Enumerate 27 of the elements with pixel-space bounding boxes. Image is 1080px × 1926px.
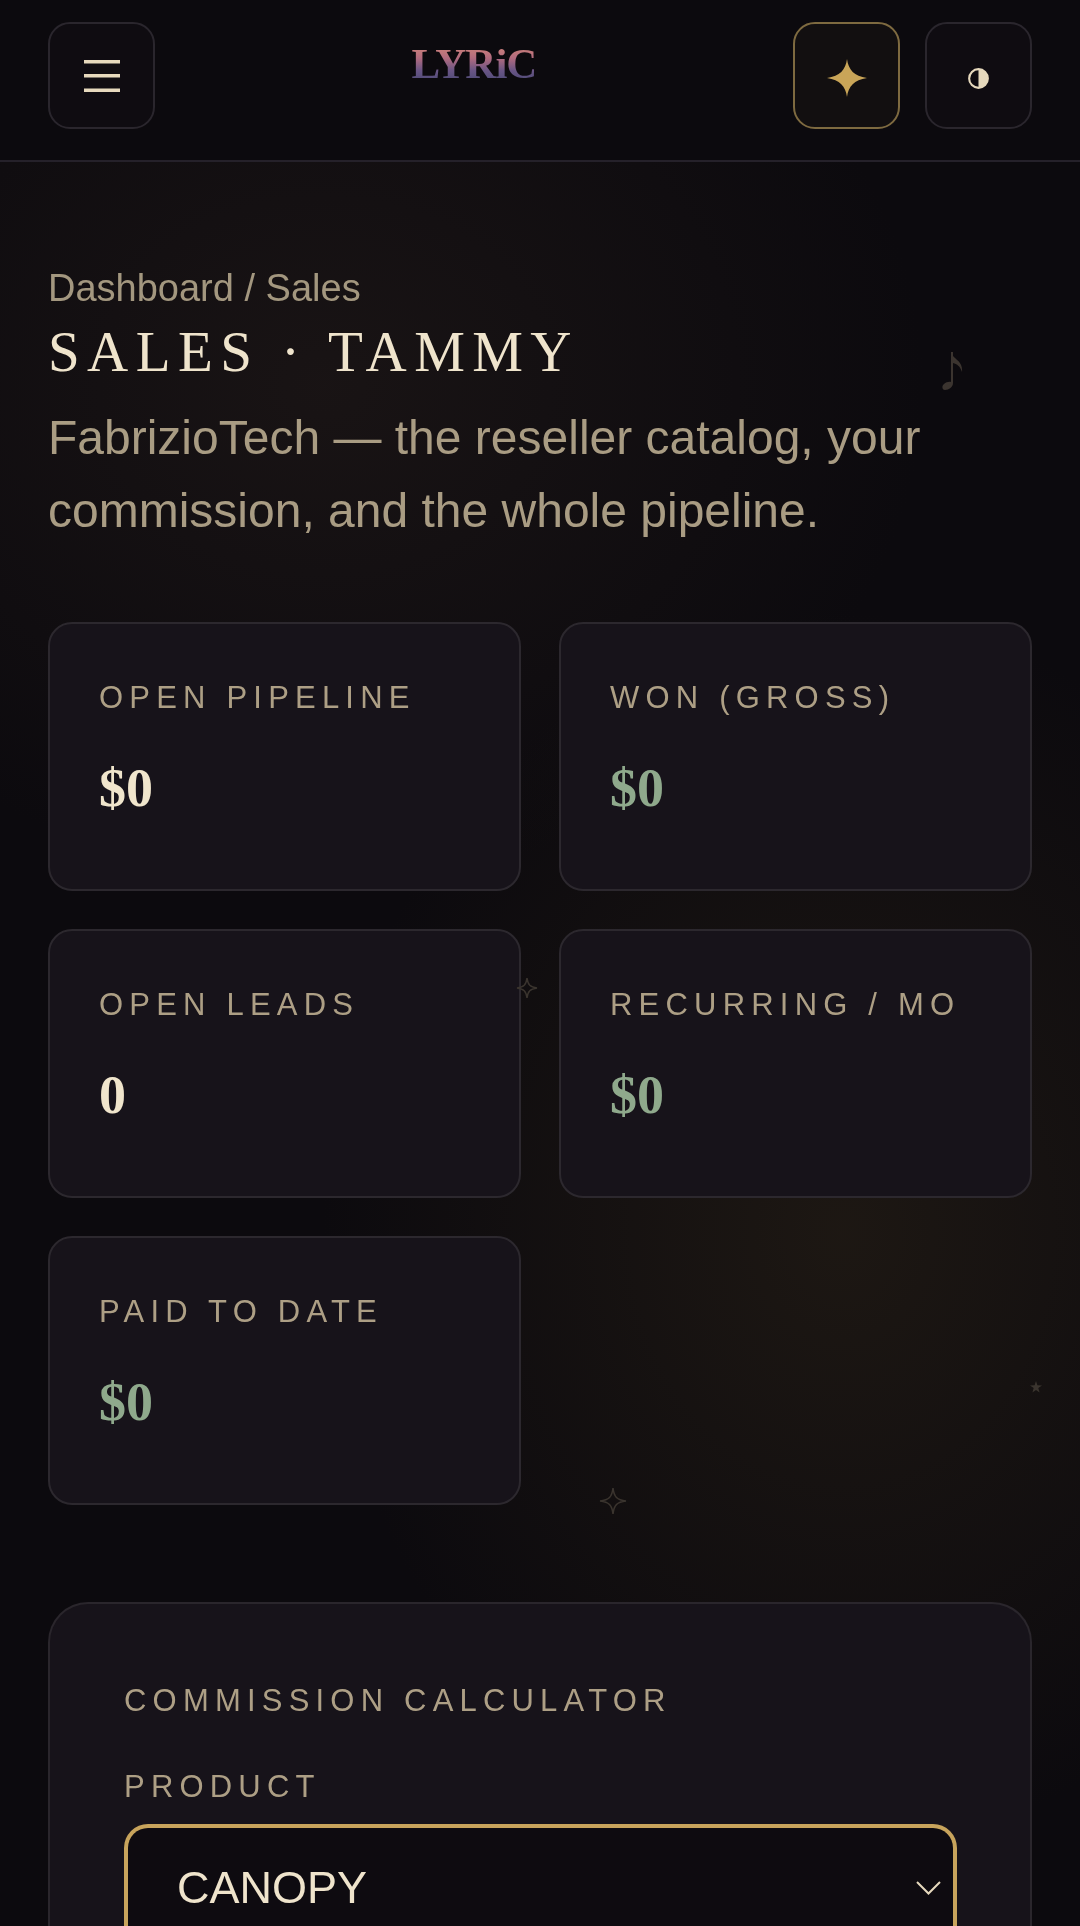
stat-label: OPEN PIPELINE	[99, 679, 416, 717]
stat-label: PAID TO DATE	[99, 1293, 383, 1331]
stat-value: $0	[99, 757, 153, 821]
theme-toggle-button[interactable]	[925, 22, 1032, 129]
breadcrumb: Dashboard / Sales	[48, 266, 361, 311]
sparkle-button[interactable]	[793, 22, 900, 129]
chevron-down-icon	[916, 1880, 941, 1895]
stat-label: RECURRING / MO	[610, 986, 961, 1024]
contrast-icon	[968, 67, 989, 89]
stat-value: $0	[99, 1371, 153, 1435]
sparkle-icon	[826, 58, 867, 97]
stat-value: $0	[610, 1064, 664, 1128]
star-icon	[1030, 1381, 1042, 1393]
music-note-icon	[942, 352, 964, 390]
stat-label: OPEN LEADS	[99, 986, 360, 1024]
sparkle-outline-icon	[599, 1487, 627, 1515]
stat-value: 0	[99, 1064, 126, 1128]
product-dropdown[interactable]: CANOPY	[124, 1823, 957, 1926]
stat-value: $0	[610, 757, 664, 821]
menu-icon	[83, 59, 120, 92]
stat-label: WON (GROSS)	[610, 679, 896, 717]
section-heading: COMMISSION CALCULATOR	[124, 1682, 672, 1720]
page-subtitle: FabrizioTech — the reseller catalog, your commission, and the whole pipeline.	[48, 410, 922, 540]
page-title: SALES · TAMMY	[48, 318, 579, 385]
menu-button[interactable]	[48, 22, 155, 129]
field-label: PRODUCT	[124, 1768, 321, 1806]
sparkle-outline-icon	[516, 977, 538, 999]
